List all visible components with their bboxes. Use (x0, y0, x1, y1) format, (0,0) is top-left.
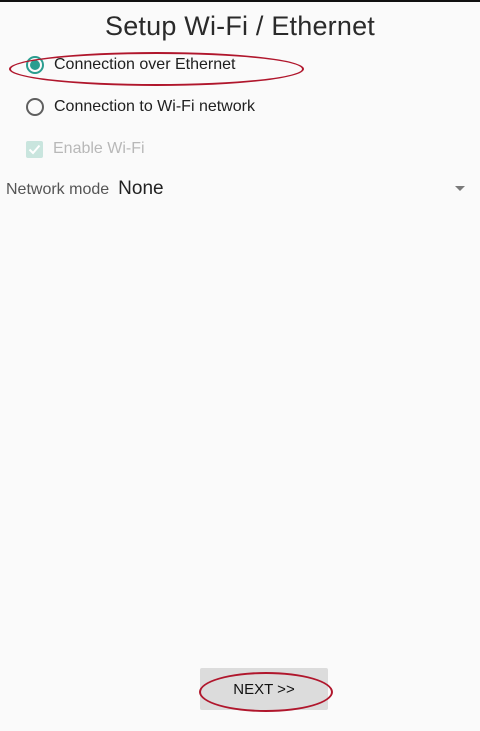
network-mode-value[interactable]: None (118, 178, 163, 200)
page-title: Setup Wi-Fi / Ethernet (105, 11, 375, 41)
network-mode-label: Network mode (6, 181, 110, 198)
checkmark-icon (28, 144, 41, 154)
radio-option-wifi[interactable]: Connection to Wi-Fi network (26, 98, 255, 116)
next-button[interactable]: NEXT >> (200, 668, 328, 710)
dropdown-arrow-icon[interactable] (455, 186, 465, 191)
checkbox-checked-icon (26, 140, 43, 158)
network-mode-row[interactable]: Network mode None (6, 178, 164, 200)
checkbox-enable-wifi: Enable Wi-Fi (26, 140, 145, 158)
checkbox-label-enable-wifi: Enable Wi-Fi (53, 140, 145, 157)
radio-dot-icon (30, 60, 40, 70)
radio-option-ethernet[interactable]: Connection over Ethernet (26, 56, 235, 74)
top-border (0, 0, 480, 2)
radio-button-unchecked-icon[interactable] (26, 98, 44, 116)
radio-label-wifi: Connection to Wi-Fi network (54, 98, 255, 115)
radio-button-checked-icon[interactable] (26, 56, 44, 74)
radio-label-ethernet: Connection over Ethernet (54, 56, 236, 73)
